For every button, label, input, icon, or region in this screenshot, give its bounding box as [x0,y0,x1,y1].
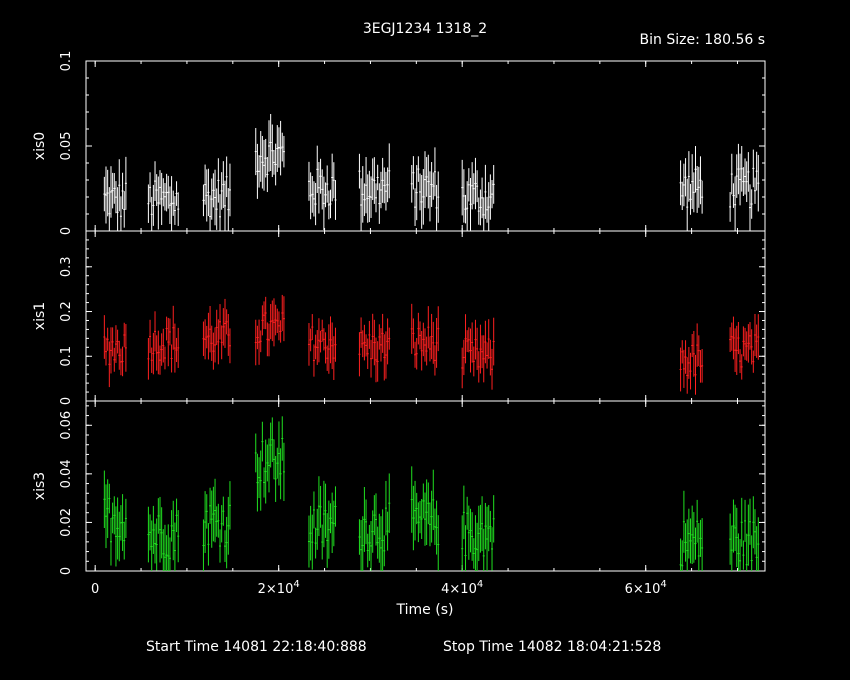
panels-group: 0 0.05 0.1 xis0 0 0.1 0.2 0.3 xis1 0 0.02 0.04 0.06 x… [32,51,766,597]
y-axis-label-xis1: xis1 [32,302,48,330]
y-tick-label: 0 [59,397,74,405]
y-tick-label: 0.2 [59,301,74,322]
y-axis-label-xis0: xis0 [32,132,48,160]
y-tick-label: 0.04 [59,459,74,488]
y-tick-label: 0 [59,227,74,235]
panel-xis3: 0 0.02 0.04 0.06 xis3 [32,400,766,575]
lightcurve-plot: 3EGJ1234 1318_2 Bin Size: 180.56 s 0 0.05… [32,21,766,655]
panel-frame [85,400,766,572]
y-axis-label-xis3: xis3 [32,472,48,500]
x-tick-label: 0 [91,582,99,597]
y-tick-label: 0.1 [59,51,74,72]
stop-time-label: Stop Time 14082 18:04:21:528 [443,639,661,655]
panel-xis1: 0 0.1 0.2 0.3 xis1 [32,230,766,405]
y-tick-label: 0.06 [59,411,74,440]
panel-frame [85,230,766,402]
panel-frame [85,60,766,232]
x-tick-label: 2×104 [258,579,300,597]
y-tick-label: 0.02 [59,508,74,537]
x-axis-label: Time (s) [396,602,454,618]
x-tick-label: 6×104 [625,579,667,597]
y-tick-label: 0.1 [59,346,74,367]
x-tick-label: 4×104 [441,579,483,597]
start-time-label: Start Time 14081 22:18:40:888 [146,639,367,655]
bin-size-label: Bin Size: 180.56 s [640,32,765,48]
y-tick-label: 0.05 [59,132,74,161]
panel-xis0: 0 0.05 0.1 xis0 [32,51,766,235]
y-tick-label: 0.3 [59,256,74,277]
chart-title: 3EGJ1234 1318_2 [363,21,487,37]
y-tick-label: 0 [59,567,74,575]
